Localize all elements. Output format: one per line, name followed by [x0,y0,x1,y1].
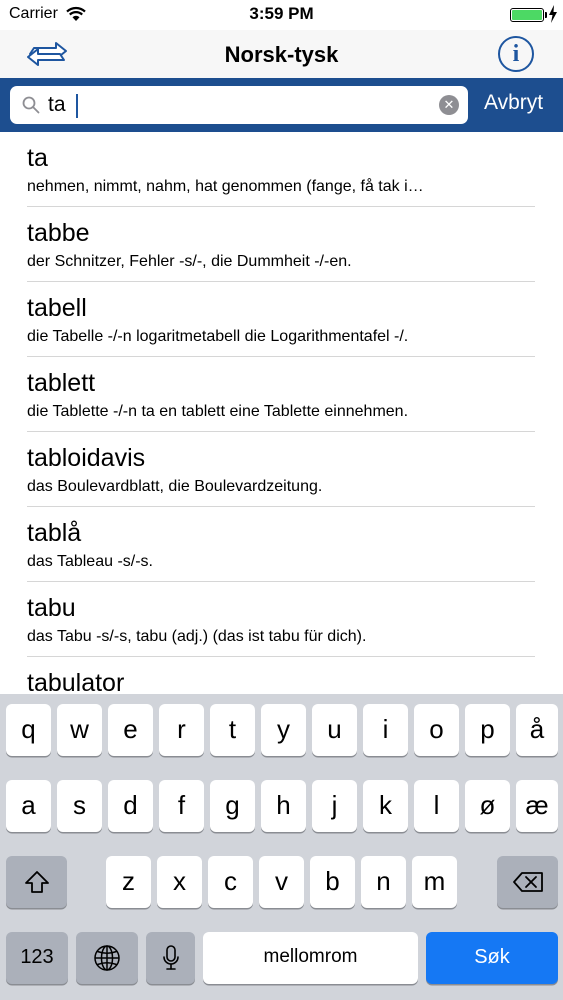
page-title: Norsk-tysk [224,42,339,67]
space-key[interactable]: mellomrom [203,932,418,984]
dictation-key[interactable] [146,932,195,984]
result-row[interactable]: ta nehmen, nimmt, nahm, hat genommen (fa… [0,132,563,207]
microphone-icon [162,945,179,970]
key[interactable]: x [157,856,202,908]
key[interactable]: s [57,780,102,832]
key[interactable]: æ [516,780,558,832]
result-translation: das Tableau -s/-s. [27,553,153,570]
key[interactable]: f [159,780,204,832]
key[interactable]: y [261,704,306,756]
key[interactable]: m [412,856,457,908]
result-headword: tablett [27,369,96,397]
key[interactable]: d [108,780,153,832]
backspace-icon [512,872,543,892]
key[interactable]: e [108,704,153,756]
globe-key[interactable] [76,932,138,984]
numbers-key[interactable]: 123 [6,932,68,984]
key[interactable]: q [6,704,51,756]
result-headword: tabu [27,594,76,622]
key[interactable]: b [310,856,355,908]
key[interactable]: o [414,704,459,756]
key[interactable]: h [261,780,306,832]
result-headword: tabell [27,294,87,322]
result-headword: ta [27,144,48,172]
result-row[interactable]: tablå das Tableau -s/-s. [0,507,563,582]
status-time: 3:59 PM [249,4,314,23]
result-headword: tabloidavis [27,444,146,472]
backspace-key[interactable] [497,856,558,908]
charging-bolt-icon [549,5,557,23]
key[interactable]: ø [465,780,510,832]
result-row[interactable]: tabloidavis das Boulevardblatt, die Boul… [0,432,563,507]
key[interactable]: l [414,780,459,832]
result-translation: nehmen, nimmt, nahm, hat genommen (fange… [27,178,424,195]
shift-key[interactable] [6,856,67,908]
result-translation: der Schnitzer, Fehler -s/-, die Dummheit… [27,253,352,270]
info-icon[interactable]: i [498,36,534,72]
key[interactable]: å [516,704,558,756]
navigation-bar: Norsk-tysk i [0,30,563,78]
key[interactable]: i [363,704,408,756]
result-headword: tabbe [27,219,90,247]
result-row[interactable]: tabu das Tabu -s/-s, tabu (adj.) (das is… [0,582,563,657]
result-row[interactable]: tabell die Tabelle -/-n logaritmetabell … [0,282,563,357]
key[interactable]: w [57,704,102,756]
result-list: ta nehmen, nimmt, nahm, hat genommen (fa… [0,132,563,694]
key[interactable]: r [159,704,204,756]
key[interactable]: a [6,780,51,832]
result-translation: das Tabu -s/-s, tabu (adj.) (das ist tab… [27,628,367,645]
key[interactable]: n [361,856,406,908]
text-caret [76,94,78,118]
result-row[interactable]: tabbe der Schnitzer, Fehler -s/-, die Du… [0,207,563,282]
key[interactable]: t [210,704,255,756]
result-headword: tabulator [27,669,125,694]
key[interactable]: j [312,780,357,832]
result-headword: tablå [27,519,82,547]
result-translation: das Boulevardblatt, die Boulevardzeitung… [27,478,323,495]
result-translation: die Tabelle -/-n logaritmetabell die Log… [27,328,409,345]
search-icon [22,96,40,114]
battery-tip [545,12,547,18]
clear-icon[interactable]: ✕ [439,95,459,115]
key[interactable]: c [208,856,253,908]
keyboard: q w e r t y u i o p å a s d f g h j k l … [0,694,563,1000]
search-return-key[interactable]: Søk [426,932,558,984]
result-translation: die Tablette -/-n ta en tablett eine Tab… [27,403,409,420]
status-bar: Carrier 3:59 PM [0,0,563,30]
globe-icon [94,945,120,971]
cancel-button[interactable]: Avbryt [484,91,543,115]
result-row[interactable]: tablett die Tablette -/-n ta en tablett … [0,357,563,432]
shift-icon [24,871,49,893]
result-row[interactable]: tabulator [0,657,563,694]
search-field[interactable]: ✕ [10,86,468,124]
key[interactable]: v [259,856,304,908]
search-input[interactable] [48,86,428,124]
key[interactable]: p [465,704,510,756]
key[interactable]: g [210,780,255,832]
key[interactable]: z [106,856,151,908]
key[interactable]: k [363,780,408,832]
search-bar: ✕ Avbryt [0,78,563,132]
battery-icon [510,8,544,22]
key[interactable]: u [312,704,357,756]
